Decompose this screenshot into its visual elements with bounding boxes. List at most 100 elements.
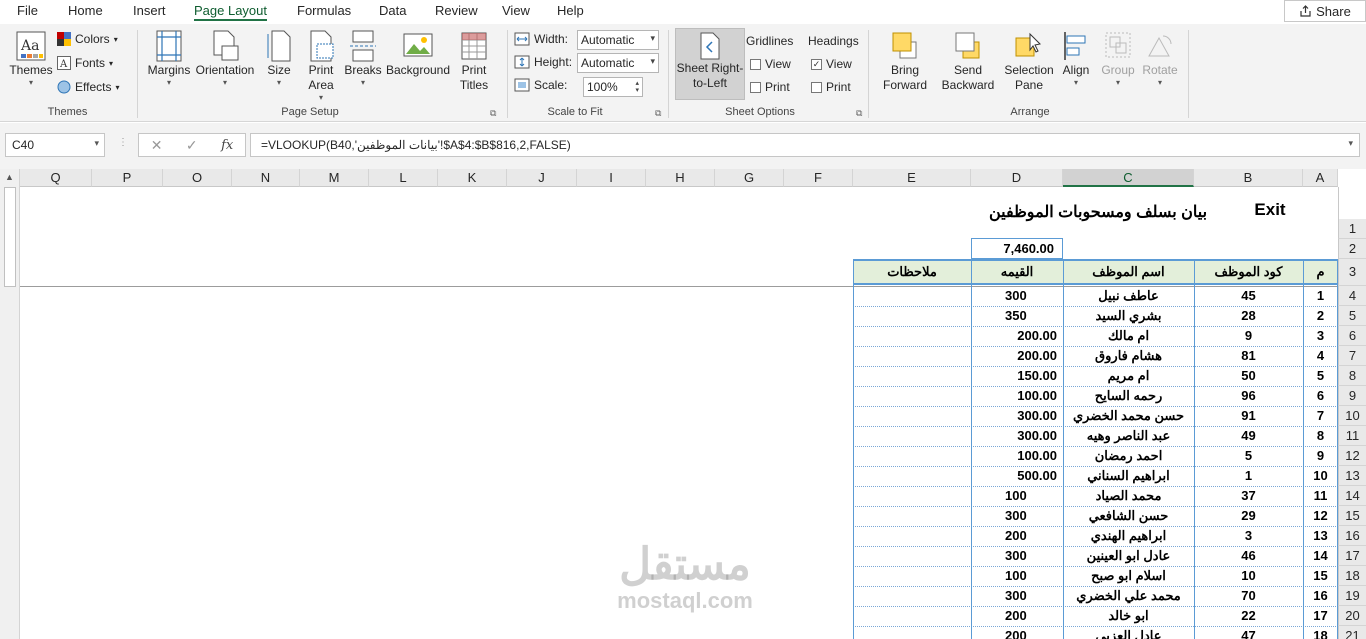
cell-index[interactable]: 12 [1303,506,1338,526]
tab-home[interactable]: Home [68,3,103,21]
headings-print-checkbox[interactable]: Print [811,80,851,94]
row-header-12[interactable]: 12 [1338,446,1366,466]
cell-code[interactable]: 29 [1194,506,1303,526]
cell-index[interactable]: 1 [1303,286,1338,306]
row-header-14[interactable]: 14 [1338,486,1366,506]
cell-code[interactable]: 46 [1194,546,1303,566]
headings-view-checkbox[interactable]: ✓ View [811,57,852,71]
dialog-launcher-icon[interactable]: ⧉ [490,108,496,119]
column-header-q[interactable]: Q [20,169,92,187]
cell-notes[interactable] [853,446,971,466]
cell-index[interactable]: 10 [1303,466,1338,486]
cell-name[interactable]: اسلام ابو صبح [1063,566,1194,586]
row-header-3[interactable]: 3 [1338,259,1366,286]
cell-amount[interactable]: 200.00 [971,326,1063,346]
breaks-button[interactable]: Breaks ▾ [343,30,383,88]
cell-notes[interactable] [853,406,971,426]
group-button[interactable]: Group ▾ [1098,30,1138,88]
cell-notes[interactable] [853,386,971,406]
cell-notes[interactable] [853,466,971,486]
print-area-button[interactable]: Print Area ▾ [300,30,342,103]
row-header-19[interactable]: 19 [1338,586,1366,606]
cell-code[interactable]: 91 [1194,406,1303,426]
cell-code[interactable]: 96 [1194,386,1303,406]
enter-icon[interactable]: ✓ [186,137,198,154]
cell-code[interactable]: 10 [1194,566,1303,586]
cell-name[interactable]: احمد رمضان [1063,446,1194,466]
cell-name[interactable]: عادل العزبي [1063,626,1194,639]
tab-formulas[interactable]: Formulas [297,3,351,21]
cell-index[interactable]: 11 [1303,486,1338,506]
orientation-button[interactable]: Orientation ▾ [194,30,256,88]
cell-amount[interactable]: 300 [971,586,1063,606]
tab-file[interactable]: File [17,3,38,21]
chevron-down-icon[interactable]: ▾ [1348,138,1353,149]
column-header-o[interactable]: O [163,169,232,187]
cell-code[interactable]: 28 [1194,306,1303,326]
header-code[interactable]: كود الموظف [1194,259,1303,285]
align-button[interactable]: Align ▾ [1058,30,1094,88]
row-header-9[interactable]: 9 [1338,386,1366,406]
chevron-down-icon[interactable]: ▾ [94,138,99,149]
cell-amount[interactable]: 500.00 [971,466,1063,486]
tab-insert[interactable]: Insert [133,3,166,21]
cancel-icon[interactable]: ✕ [151,137,163,154]
column-header-p[interactable]: P [92,169,163,187]
cell-amount[interactable]: 200.00 [971,346,1063,366]
effects-button[interactable]: Effects ▾ [57,80,119,94]
cell-notes[interactable] [853,486,971,506]
selection-pane-button[interactable]: Selection Pane [1002,30,1056,93]
gridlines-print-checkbox[interactable]: Print [750,80,790,94]
row-header-8[interactable]: 8 [1338,366,1366,386]
header-amount[interactable]: القيمه [971,259,1063,285]
cell-notes[interactable] [853,526,971,546]
cell-name[interactable]: هشام فاروق [1063,346,1194,366]
cell-notes[interactable] [853,426,971,446]
cell-name[interactable]: حسن الشافعي [1063,506,1194,526]
column-header-g[interactable]: G [715,169,784,187]
cell-notes[interactable] [853,346,971,366]
column-header-b[interactable]: B [1194,169,1303,187]
insert-function-icon[interactable]: fx [221,138,233,153]
cell-notes[interactable] [853,506,971,526]
cell-code[interactable]: 9 [1194,326,1303,346]
header-index[interactable]: م [1303,259,1338,285]
cell-name[interactable]: ابو خالد [1063,606,1194,626]
row-header-10[interactable]: 10 [1338,406,1366,426]
tab-data[interactable]: Data [379,3,406,21]
row-header-6[interactable]: 6 [1338,326,1366,346]
tab-help[interactable]: Help [557,3,584,21]
cell-index[interactable]: 14 [1303,546,1338,566]
cell-notes[interactable] [853,546,971,566]
cell-code[interactable]: 22 [1194,606,1303,626]
column-header-k[interactable]: K [438,169,507,187]
cell-amount[interactable]: 150.00 [971,366,1063,386]
cell-code[interactable]: 3 [1194,526,1303,546]
cell-amount[interactable]: 300.00 [971,426,1063,446]
scrollbar-thumb[interactable] [4,187,16,287]
bring-forward-button[interactable]: Bring Forward [876,30,934,93]
tab-view[interactable]: View [502,3,530,21]
vertical-scrollbar[interactable]: ▲ [0,169,20,639]
size-button[interactable]: Size ▾ [260,30,298,88]
exit-button[interactable]: Exit [1240,200,1300,222]
cell-notes[interactable] [853,606,971,626]
cell-index[interactable]: 3 [1303,326,1338,346]
cell-notes[interactable] [853,326,971,346]
cell-index[interactable]: 9 [1303,446,1338,466]
themes-button[interactable]: Aa Themes ▾ [8,30,54,88]
column-header-e[interactable]: E [853,169,971,187]
cell-name[interactable]: ام مريم [1063,366,1194,386]
cell-notes[interactable] [853,286,971,306]
gridlines-view-checkbox[interactable]: View [750,57,791,71]
column-header-n[interactable]: N [232,169,300,187]
column-header-m[interactable]: M [300,169,369,187]
row-header-21[interactable]: 21 [1338,626,1366,639]
cell-code[interactable]: 1 [1194,466,1303,486]
cell-amount[interactable]: 200 [971,526,1063,546]
cell-code[interactable]: 5 [1194,446,1303,466]
cell-index[interactable]: 13 [1303,526,1338,546]
cell-index[interactable]: 4 [1303,346,1338,366]
cell-code[interactable]: 70 [1194,586,1303,606]
cell-name[interactable]: ابراهيم السناني [1063,466,1194,486]
